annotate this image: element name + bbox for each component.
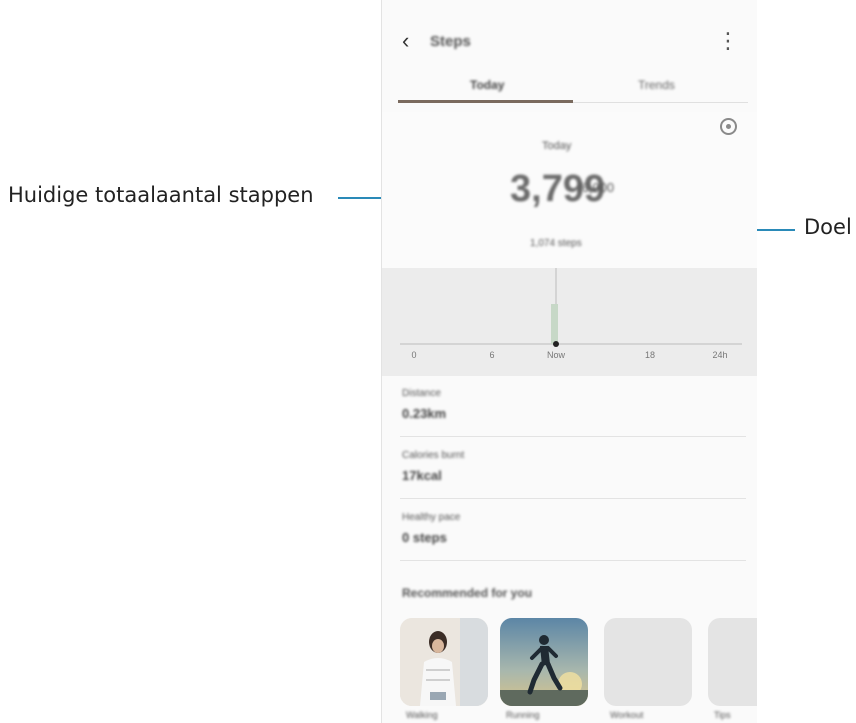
chart-bar xyxy=(551,304,558,344)
recommended-title: Recommended for you xyxy=(402,586,533,600)
running-person-image xyxy=(500,618,588,706)
callout-current-steps-label: Huidige totaalaantal stappen xyxy=(8,183,314,207)
stat-label: Healthy pace xyxy=(402,512,461,523)
chart-now-marker xyxy=(553,341,559,347)
stat-value: 17kcal xyxy=(402,468,442,483)
stat-label: Calories burnt xyxy=(402,450,465,461)
chart-x-label: 18 xyxy=(645,350,655,360)
stat-calories: Calories burnt 17kcal xyxy=(400,438,746,499)
chart-x-label: 24h xyxy=(712,350,727,360)
steps-chart-svg: 0 6 Now 18 24h xyxy=(400,268,742,360)
steps-sub-label: 1,074 steps xyxy=(530,238,582,249)
stat-value: 0.23km xyxy=(402,406,447,421)
chart-x-label: 0 xyxy=(411,350,416,360)
walking-person-image xyxy=(400,618,488,706)
info-icon[interactable] xyxy=(720,118,737,135)
tab-bar: Today Trends xyxy=(398,70,748,106)
stat-value: 0 steps xyxy=(402,530,447,545)
recommended-caption: Walking xyxy=(406,710,438,720)
recommended-card-placeholder[interactable] xyxy=(604,618,692,706)
page-title: Steps xyxy=(430,33,471,50)
tab-indicator xyxy=(398,100,573,103)
chart-x-label: 6 xyxy=(489,350,494,360)
stat-distance: Distance 0.23km xyxy=(400,376,746,437)
tab-today[interactable]: Today xyxy=(470,78,504,92)
steps-label: Today xyxy=(542,140,572,152)
app-header: ‹ Steps ⋮ xyxy=(382,26,757,62)
callout-target-label: Doel xyxy=(804,215,852,239)
recommended-caption: Tips xyxy=(714,710,731,720)
phone-screen: ‹ Steps ⋮ Today Trends Today 3,799 /6,00… xyxy=(381,0,757,723)
steps-chart: 0 6 Now 18 24h xyxy=(382,268,757,376)
recommended-caption: Running xyxy=(506,710,540,720)
recommended-card-placeholder[interactable] xyxy=(708,618,757,706)
steps-summary: Today 3,799 /6,000 1,074 steps xyxy=(382,112,757,268)
chevron-left-icon[interactable]: ‹ xyxy=(402,28,409,54)
steps-target: /6,000 xyxy=(578,180,615,195)
recommended-card-walking[interactable] xyxy=(400,618,488,706)
recommended-card-running[interactable] xyxy=(500,618,588,706)
stat-label: Distance xyxy=(402,388,441,399)
more-vertical-icon[interactable]: ⋮ xyxy=(717,28,739,54)
recommended-caption: Workout xyxy=(610,710,644,720)
chart-x-label: Now xyxy=(547,350,566,360)
tab-trends[interactable]: Trends xyxy=(638,78,675,92)
stat-healthy-pace: Healthy pace 0 steps xyxy=(400,500,746,561)
